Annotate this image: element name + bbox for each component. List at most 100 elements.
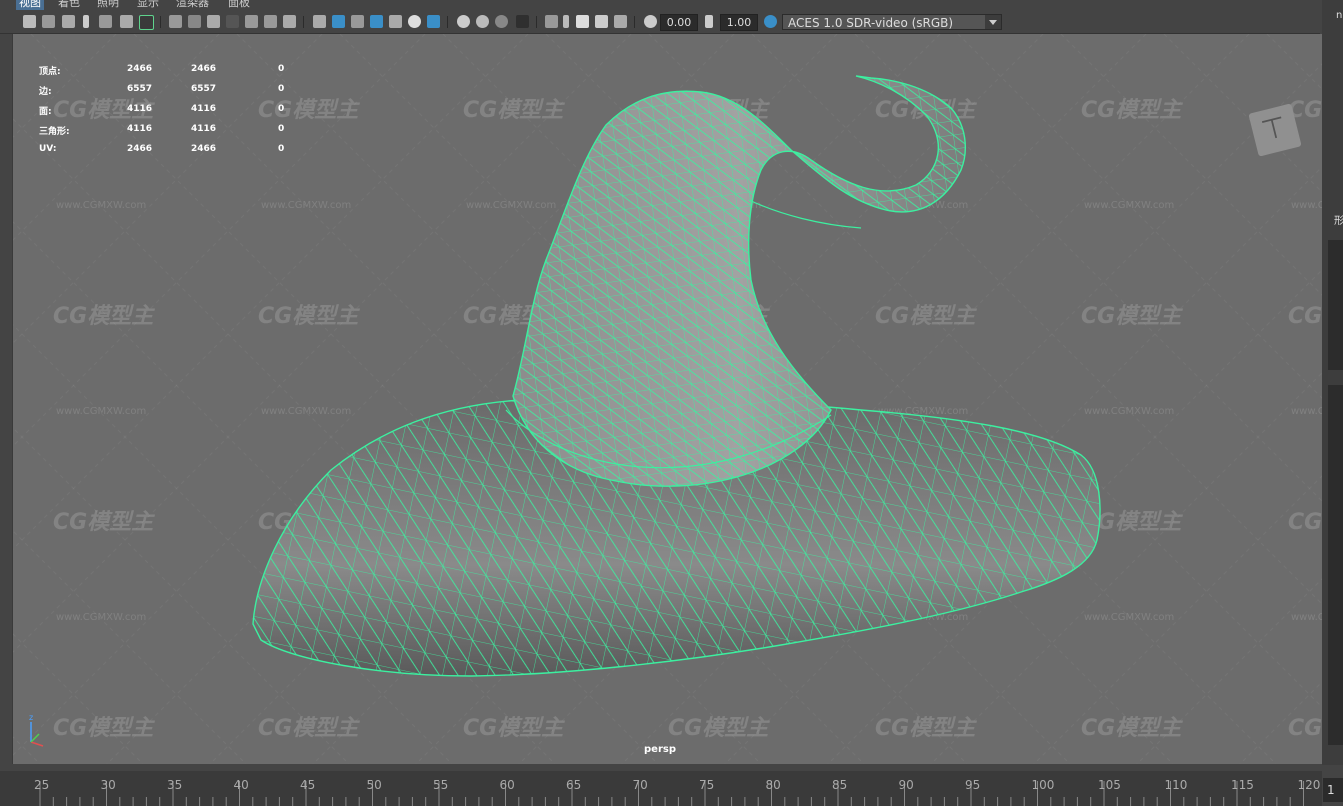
- viewport-panel[interactable]: CG模型主 www.CGMXW.com CG模型主 www.CGMXW.com CG模型…: [12, 34, 1323, 764]
- time-slider-track[interactable]: 25 30 35 40 45 50 55 60 65 70 75 80 85 90 95 100 105 110 1…: [0, 771, 1322, 806]
- time-ticks: 25 30 35 40 45 50 55 60 65 70 75 80 85 90 95 100 105 110 1…: [34, 778, 1321, 806]
- xray-joints-icon[interactable]: [563, 15, 569, 28]
- time-tick-label: 60: [500, 778, 515, 792]
- hud-text-icon[interactable]: [283, 15, 296, 28]
- grease-pencil-icon[interactable]: [139, 15, 154, 30]
- time-tick-label: 55: [433, 778, 448, 792]
- shadows-icon[interactable]: [427, 15, 440, 28]
- exposure-icon[interactable]: [644, 15, 657, 28]
- separator: [160, 16, 161, 28]
- wireframe-on-shaded-icon[interactable]: [351, 15, 364, 28]
- grid-toggle-icon[interactable]: [99, 15, 112, 28]
- display-icon[interactable]: [614, 15, 627, 28]
- menu-panels[interactable]: 面板: [228, 0, 250, 10]
- time-tick-label: 100: [1032, 778, 1055, 792]
- hud-value: 0: [278, 104, 285, 114]
- time-tick-label: 105: [1098, 778, 1121, 792]
- hud-row: 面: 4116 4116 0: [39, 104, 299, 117]
- viewport-menubar: 视图 着色 照明 显示 渲染器 面板: [0, 0, 1343, 11]
- hud-value: 4116: [191, 124, 217, 134]
- time-tick-label: 45: [300, 778, 315, 792]
- current-frame-field[interactable]: 1: [1323, 778, 1343, 802]
- field-chart-icon[interactable]: [226, 15, 239, 28]
- lights-icon[interactable]: [408, 15, 421, 28]
- separator: [536, 16, 537, 28]
- right-panel-edge: n 形: [1322, 0, 1343, 765]
- ambient-occlusion-icon[interactable]: [457, 15, 470, 28]
- color-management-icon[interactable]: [764, 15, 777, 28]
- axis-gizmo-icon: z: [29, 713, 44, 747]
- dof-icon[interactable]: [516, 15, 529, 28]
- time-tick-label: 110: [1165, 778, 1188, 792]
- isolate-select-icon[interactable]: [545, 15, 558, 28]
- time-slider[interactable]: 25 30 35 40 45 50 55 60 65 70 75 80 85 90 95 100 105 110 1…: [0, 765, 1343, 806]
- safe-title-icon[interactable]: [264, 15, 277, 28]
- time-tick-label: 80: [766, 778, 781, 792]
- film-gate-icon[interactable]: [169, 15, 182, 28]
- anti-alias-icon[interactable]: [495, 15, 508, 28]
- separator: [303, 16, 304, 28]
- hud-value: 6557: [127, 84, 153, 94]
- bookmark-icon[interactable]: [62, 15, 75, 28]
- hud-value: 0: [278, 64, 285, 74]
- textured-icon[interactable]: [389, 15, 402, 28]
- wireframe-icon[interactable]: [313, 15, 326, 28]
- hud-value: 2466: [191, 144, 217, 154]
- hud-value: 2466: [127, 144, 153, 154]
- hud-value: 0: [278, 144, 285, 154]
- gate-mask-icon[interactable]: [207, 15, 220, 28]
- hud-value: 2466: [127, 64, 153, 74]
- menu-lighting[interactable]: 照明: [97, 0, 119, 10]
- hud-value: 0: [278, 124, 285, 134]
- time-tick-label: 65: [566, 778, 581, 792]
- gamma-icon[interactable]: [705, 15, 713, 28]
- hud-value: 6557: [191, 84, 217, 94]
- time-tick-label: 70: [633, 778, 648, 792]
- menu-view[interactable]: 视图: [16, 0, 44, 10]
- resolution-gate-icon[interactable]: [188, 15, 201, 28]
- snap-icon[interactable]: [120, 15, 133, 28]
- time-tick-label: 95: [965, 778, 980, 792]
- hud-value: 4116: [127, 104, 153, 114]
- time-tick-label: 30: [101, 778, 116, 792]
- right-panel-block: [1328, 240, 1343, 370]
- hud-value: 4116: [127, 124, 153, 134]
- time-tick-label: 75: [699, 778, 714, 792]
- hud-value: 2466: [191, 64, 217, 74]
- hud-label: 面:: [39, 107, 52, 117]
- color-space-label: ACES 1.0 SDR-video (sRGB): [788, 16, 954, 30]
- backface-icon[interactable]: [595, 15, 608, 28]
- hat-fold-edge: [748, 199, 862, 229]
- exposure-field[interactable]: 0.00: [660, 14, 698, 31]
- color-space-dropdown[interactable]: ACES 1.0 SDR-video (sRGB): [782, 14, 1002, 30]
- axis-label: z: [29, 713, 33, 722]
- hud-row: 顶点: 2466 2466 0: [39, 64, 299, 77]
- left-strip: [0, 11, 12, 765]
- hud-row: UV: 2466 2466 0: [39, 144, 299, 156]
- time-tick-label: 40: [234, 778, 249, 792]
- hud-row: 三角形: 4116 4116 0: [39, 124, 299, 137]
- menu-shading[interactable]: 着色: [58, 0, 80, 10]
- right-fragment: 形: [1334, 216, 1343, 227]
- time-tick-label: 85: [832, 778, 847, 792]
- time-tick-label: 50: [367, 778, 382, 792]
- menu-show[interactable]: 显示: [137, 0, 159, 10]
- separator: [447, 16, 448, 28]
- gamma-field[interactable]: 1.00: [720, 14, 758, 31]
- menu-renderer[interactable]: 渲染器: [176, 0, 209, 10]
- chevron-down-icon[interactable]: [985, 15, 1001, 29]
- safe-action-icon[interactable]: [245, 15, 258, 28]
- xray-icon[interactable]: [370, 15, 383, 28]
- time-tick-label: 90: [899, 778, 914, 792]
- xray-active-icon[interactable]: [576, 15, 589, 28]
- motion-blur-icon[interactable]: [476, 15, 489, 28]
- time-tick-label: 115: [1231, 778, 1254, 792]
- hud-value: 4116: [191, 104, 217, 114]
- hud-value: 0: [278, 84, 285, 94]
- camera-attr-icon[interactable]: [42, 15, 55, 28]
- smooth-shade-icon[interactable]: [332, 15, 345, 28]
- camera-icon[interactable]: [23, 15, 36, 28]
- camera-label: persp: [644, 744, 676, 755]
- time-tick-label: 120: [1298, 778, 1321, 792]
- image-plane-icon[interactable]: [83, 15, 89, 28]
